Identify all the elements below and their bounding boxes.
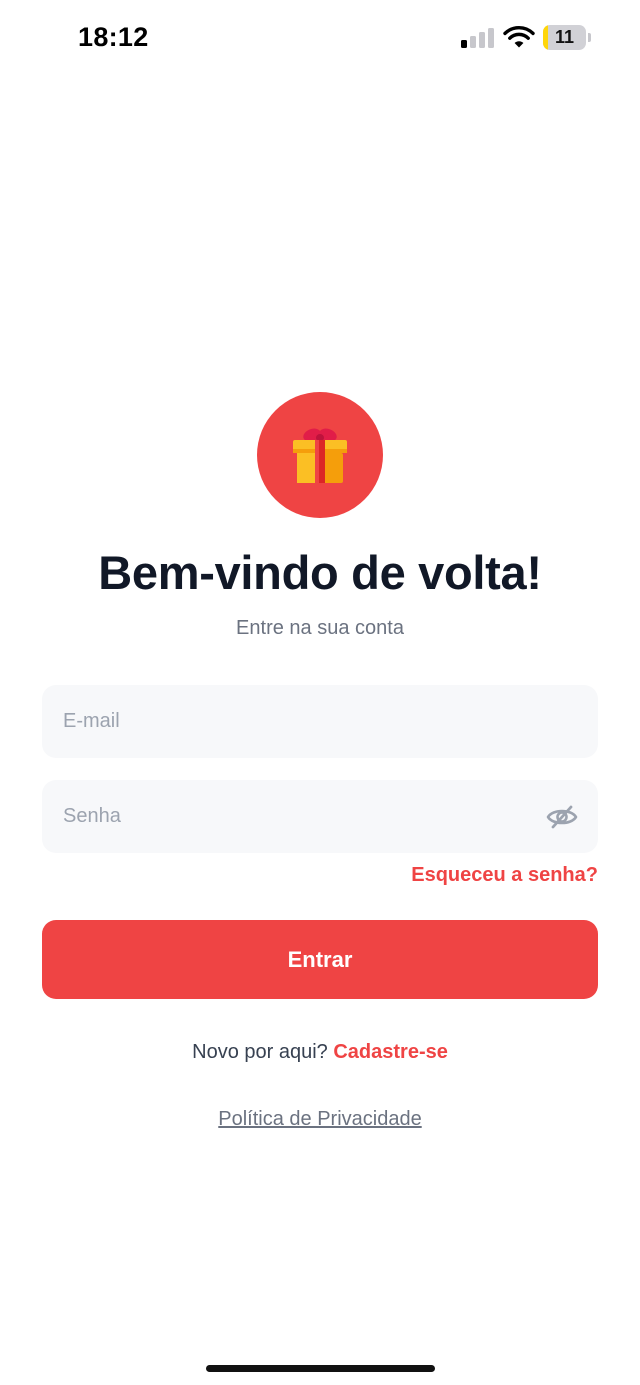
signup-prompt: Novo por aqui? <box>192 1041 328 1063</box>
privacy-footer: Política de Privacidade <box>0 1108 640 1131</box>
email-input[interactable] <box>42 685 598 758</box>
wifi-icon <box>503 26 535 48</box>
gift-icon <box>293 428 347 483</box>
status-time: 18:12 <box>78 22 149 52</box>
privacy-policy-link[interactable]: Política de Privacidade <box>218 1108 421 1130</box>
page-title: Bem-vindo de volta! <box>98 546 542 599</box>
eye-off-icon[interactable] <box>546 804 578 830</box>
signup-prompt-line: Novo por aqui? Cadastre-se <box>0 1041 640 1064</box>
forgot-password-link[interactable]: Esqueceu a senha? <box>411 864 598 887</box>
app-logo <box>257 392 383 518</box>
password-field[interactable] <box>42 780 598 853</box>
email-field[interactable] <box>42 685 598 758</box>
login-button[interactable]: Entrar <box>42 920 598 999</box>
login-screen: 18:12 11 Bem-vindo de volta! Entre na su… <box>0 0 640 1385</box>
page-subtitle: Entre na sua conta <box>236 617 404 639</box>
cellular-signal-icon <box>461 28 494 48</box>
password-input[interactable] <box>42 780 598 853</box>
signup-link[interactable]: Cadastre-se <box>333 1041 448 1063</box>
battery-icon: 11 <box>543 25 591 50</box>
home-indicator[interactable] <box>206 1365 435 1372</box>
battery-level: 11 <box>554 27 575 47</box>
